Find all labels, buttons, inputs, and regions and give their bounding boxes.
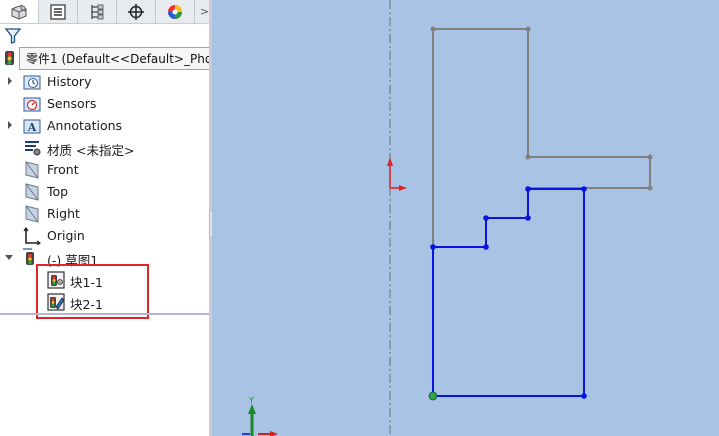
gray-vertices <box>430 26 653 191</box>
tab-configuration-manager[interactable] <box>78 0 117 23</box>
highlight-box <box>36 264 149 319</box>
feature-manager-panel: > 零件1 (Default<<Default>_PhotoWorks Disp… <box>0 0 367 436</box>
triad-icon: Y <box>242 396 278 436</box>
origin-icon <box>23 227 41 245</box>
sketch-origin-icon <box>387 157 407 191</box>
history-icon <box>23 75 41 90</box>
tab-property-manager[interactable] <box>39 0 78 23</box>
sketch-canvas: Y <box>242 0 653 436</box>
collapse-arrow-icon[interactable] <box>5 253 13 261</box>
tree-item-label: Origin <box>47 228 85 243</box>
property-list-icon <box>50 3 66 20</box>
tab-display-manager[interactable] <box>156 0 195 23</box>
manager-tab-bar: > <box>0 0 212 24</box>
tree-item-label: History <box>47 74 92 89</box>
annotations-icon: A <box>23 119 41 134</box>
part-icon <box>11 3 27 20</box>
filter-icon[interactable] <box>4 27 22 45</box>
sensors-icon <box>23 97 41 112</box>
plane-icon <box>25 205 39 223</box>
svg-text:Y: Y <box>248 396 254 405</box>
tree-item-label: Front <box>47 162 79 177</box>
tree-item-label: Top <box>47 184 69 199</box>
rollback-bar[interactable] <box>0 313 209 315</box>
tab-dimxpert-manager[interactable] <box>117 0 156 23</box>
crosshair-icon <box>128 3 144 20</box>
graphics-area[interactable]: Y <box>212 0 719 436</box>
blue-block-outline[interactable] <box>432 188 585 397</box>
expand-arrow-icon[interactable] <box>6 121 14 129</box>
origin-point[interactable] <box>428 391 438 401</box>
tree-item-label: Right <box>47 206 80 221</box>
part-root-icon[interactable] <box>2 49 20 67</box>
tree-item-label: Annotations <box>47 118 123 133</box>
gray-block-outline[interactable] <box>433 28 651 189</box>
color-wheel-icon <box>168 4 182 19</box>
svg-text:A: A <box>27 121 37 134</box>
expand-arrow-icon[interactable] <box>6 77 14 85</box>
configuration-icon <box>91 4 104 19</box>
material-icon <box>25 141 41 156</box>
plane-icon <box>25 183 39 201</box>
plane-icon <box>25 161 39 179</box>
tree-item-label: 材质 <未指定> <box>47 143 135 158</box>
tree-item-label: Sensors <box>47 96 97 111</box>
tab-feature-manager[interactable] <box>0 0 39 23</box>
